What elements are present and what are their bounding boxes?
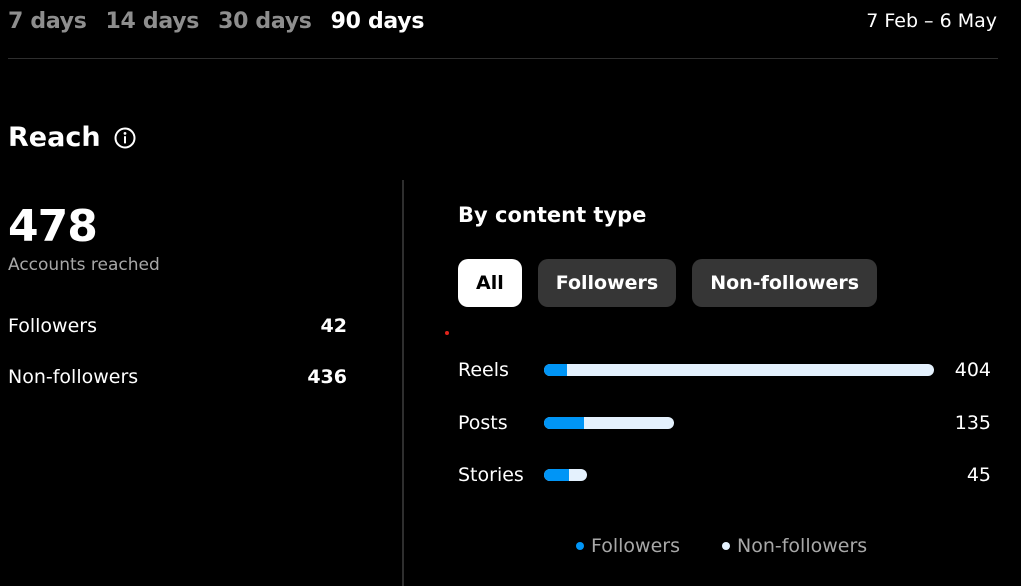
tab-90-days[interactable]: 90 days xyxy=(331,9,425,34)
non-followers-value: 436 xyxy=(307,366,347,388)
content-row-posts: Posts 135 xyxy=(458,412,991,436)
followers-bar-segment xyxy=(544,417,584,429)
legend-dot-non-followers xyxy=(722,542,730,550)
content-row-reels: Reels 404 xyxy=(458,359,991,383)
chart-legend: Followers Non-followers xyxy=(576,535,867,557)
legend-dot-followers xyxy=(576,542,584,550)
content-type-title: By content type xyxy=(458,203,647,227)
reach-heading: Reach xyxy=(8,122,137,153)
accounts-reached-count: 478 xyxy=(8,201,98,252)
filter-all-button[interactable]: All xyxy=(458,259,522,307)
content-row-value: 135 xyxy=(954,412,991,434)
content-row-label: Stories xyxy=(458,464,524,486)
tab-30-days[interactable]: 30 days xyxy=(218,9,312,34)
tab-14-days[interactable]: 14 days xyxy=(106,9,200,34)
content-row-label: Reels xyxy=(458,359,509,381)
date-range-tabs: 7 days 14 days 30 days 90 days xyxy=(8,9,424,34)
content-row-value: 45 xyxy=(966,464,991,486)
followers-value: 42 xyxy=(320,315,347,337)
column-divider xyxy=(402,180,404,586)
date-range-label: 7 Feb – 6 May xyxy=(866,10,997,32)
followers-bar-segment xyxy=(544,469,570,481)
legend-item-non-followers: Non-followers xyxy=(722,535,867,557)
legend-item-followers: Followers xyxy=(576,535,680,557)
filter-non-followers-button[interactable]: Non-followers xyxy=(692,259,878,307)
content-row-value: 404 xyxy=(954,359,991,381)
content-row-stories: Stories 45 xyxy=(458,464,991,488)
followers-label: Followers xyxy=(8,315,97,337)
reach-bar xyxy=(544,469,588,481)
reach-bar xyxy=(544,364,934,376)
top-divider xyxy=(8,58,998,59)
non-followers-stat-row: Non-followers 436 xyxy=(8,366,347,388)
accounts-reached-label: Accounts reached xyxy=(8,255,160,275)
content-row-label: Posts xyxy=(458,412,508,434)
info-icon[interactable] xyxy=(113,126,137,150)
indicator-dot xyxy=(445,331,449,335)
filter-followers-button[interactable]: Followers xyxy=(537,259,677,307)
reach-title: Reach xyxy=(8,122,101,153)
reach-bar xyxy=(544,417,675,429)
non-followers-label: Non-followers xyxy=(8,366,139,388)
followers-stat-row: Followers 42 xyxy=(8,315,347,337)
content-filter-pills: All Followers Non-followers xyxy=(458,259,878,307)
tab-7-days[interactable]: 7 days xyxy=(8,9,87,34)
legend-label: Followers xyxy=(591,535,680,557)
followers-bar-segment xyxy=(544,364,568,376)
legend-label: Non-followers xyxy=(737,535,868,557)
